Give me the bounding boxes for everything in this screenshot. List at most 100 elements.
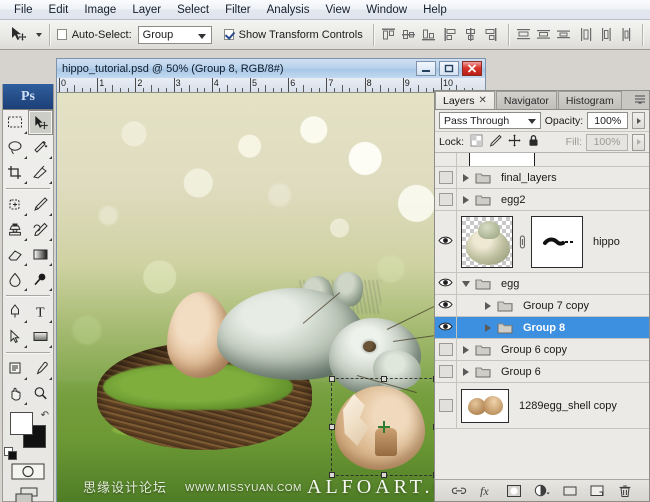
layer-row[interactable]: egg <box>435 273 649 295</box>
layer-row[interactable]: 1289egg_shell copy <box>435 383 649 429</box>
auto-select-checkbox[interactable] <box>57 29 67 40</box>
layer-visibility-toggle[interactable] <box>435 189 457 210</box>
tool-rectangular-marquee[interactable] <box>3 110 28 135</box>
show-transform-controls-checkbox[interactable] <box>224 29 234 40</box>
layer-row[interactable]: egg2 <box>435 189 649 211</box>
foreground-color-swatch[interactable] <box>10 412 33 435</box>
layer-visibility-toggle[interactable] <box>435 361 457 382</box>
tool-rectangle-shape[interactable] <box>28 324 53 349</box>
tool-gradient[interactable] <box>28 242 53 267</box>
menu-item-filter[interactable]: Filter <box>217 2 259 18</box>
distribute-horizontal-centers-icon[interactable] <box>599 27 614 42</box>
transform-reference-point[interactable] <box>378 421 390 433</box>
quick-mask-toggle[interactable] <box>3 460 53 482</box>
link-layers-icon[interactable] <box>450 483 468 499</box>
menu-item-view[interactable]: View <box>317 2 358 18</box>
layer-thumbnail[interactable] <box>461 389 509 423</box>
tab-histogram[interactable]: Histogram <box>558 91 622 109</box>
menu-item-layer[interactable]: Layer <box>124 2 169 18</box>
align-bottom-edges-icon[interactable] <box>421 27 436 42</box>
align-vertical-centers-icon[interactable] <box>401 27 416 42</box>
tool-dodge[interactable] <box>28 267 53 292</box>
tool-brush[interactable] <box>28 192 53 217</box>
layer-visibility-toggle[interactable] <box>435 153 457 166</box>
layer-row[interactable]: Group 6 copy <box>435 339 649 361</box>
document-title-bar[interactable]: hippo_tutorial.psd @ 50% (Group 8, RGB/8… <box>56 58 486 78</box>
tool-lasso[interactable] <box>3 135 28 160</box>
lock-image-pixels-icon[interactable] <box>489 134 502 150</box>
add-layer-mask-icon[interactable] <box>505 483 523 499</box>
layer-visibility-toggle[interactable] <box>435 383 457 428</box>
layer-mask-thumbnail[interactable] <box>531 216 583 268</box>
close-button[interactable] <box>462 61 482 76</box>
panel-menu-icon[interactable] <box>634 94 646 107</box>
screen-mode-toggle[interactable] <box>3 484 53 502</box>
lock-all-icon[interactable] <box>527 134 540 150</box>
new-group-icon[interactable] <box>561 483 579 499</box>
distribute-top-edges-icon[interactable] <box>516 27 531 42</box>
tab-layers[interactable]: Layers ✕ <box>435 91 495 109</box>
menu-item-file[interactable]: File <box>6 2 41 18</box>
menu-item-select[interactable]: Select <box>169 2 217 18</box>
distribute-right-edges-icon[interactable] <box>619 27 634 42</box>
align-horizontal-centers-icon[interactable] <box>463 27 478 42</box>
layer-row[interactable]: final_layers <box>435 167 649 189</box>
tool-eyedropper[interactable] <box>28 356 53 381</box>
layer-visibility-toggle[interactable] <box>435 167 457 188</box>
tool-hand[interactable] <box>3 381 28 406</box>
menu-item-help[interactable]: Help <box>415 2 455 18</box>
lock-position-icon[interactable] <box>508 134 521 150</box>
transform-handle-middle-left[interactable] <box>329 424 335 430</box>
link-mask-icon[interactable] <box>517 234 527 250</box>
tool-eraser[interactable] <box>3 242 28 267</box>
opacity-field[interactable]: 100% <box>587 112 628 129</box>
menu-item-analysis[interactable]: Analysis <box>259 2 318 18</box>
fill-slider-arrow[interactable] <box>632 134 645 151</box>
chevron-right-icon[interactable] <box>461 367 471 377</box>
chevron-down-icon[interactable] <box>461 279 471 289</box>
layer-visibility-toggle[interactable] <box>435 211 457 272</box>
tool-clone-stamp[interactable] <box>3 217 28 242</box>
close-icon[interactable]: ✕ <box>479 95 487 106</box>
new-layer-icon[interactable] <box>588 483 606 499</box>
layer-visibility-toggle[interactable] <box>435 273 457 294</box>
align-top-edges-icon[interactable] <box>381 27 396 42</box>
tool-pen[interactable] <box>3 299 28 324</box>
lock-transparent-pixels-icon[interactable] <box>470 134 483 150</box>
tool-magic-wand[interactable] <box>28 135 53 160</box>
layer-visibility-toggle[interactable] <box>435 295 457 316</box>
menu-item-image[interactable]: Image <box>76 2 124 18</box>
delete-layer-icon[interactable] <box>616 483 634 499</box>
tool-path-selection[interactable] <box>3 324 28 349</box>
tool-preset-picker[interactable] <box>6 24 42 46</box>
auto-select-scope-dropdown[interactable]: Group <box>138 26 212 44</box>
chevron-right-icon[interactable] <box>483 323 493 333</box>
menu-item-edit[interactable]: Edit <box>41 2 77 18</box>
layer-row-partial[interactable] <box>435 153 649 167</box>
distribute-left-edges-icon[interactable] <box>579 27 594 42</box>
tool-zoom[interactable] <box>28 381 53 406</box>
align-left-edges-icon[interactable] <box>443 27 458 42</box>
transform-bounding-box[interactable] <box>331 378 437 476</box>
tool-healing-brush[interactable] <box>3 192 28 217</box>
layer-row-selected[interactable]: Group 8 <box>435 317 649 339</box>
layer-style-fx-icon[interactable]: fx <box>478 483 496 499</box>
tool-slice[interactable] <box>28 160 53 185</box>
swap-colors-icon[interactable]: ↶ <box>41 410 49 421</box>
default-colors-icon[interactable] <box>4 447 13 456</box>
layer-thumbnail[interactable] <box>461 216 513 268</box>
canvas[interactable]: 思缘设计论坛 WWW.MISSYUAN.COM ALFOART.COM <box>57 93 485 502</box>
minimize-button[interactable] <box>416 61 436 76</box>
chevron-down-icon[interactable] <box>36 33 42 37</box>
tool-move[interactable] <box>28 110 53 135</box>
blend-mode-dropdown[interactable]: Pass Through <box>439 112 541 129</box>
tool-type[interactable]: T <box>28 299 53 324</box>
tool-notes[interactable] <box>3 356 28 381</box>
menu-item-window[interactable]: Window <box>358 2 415 18</box>
layer-visibility-toggle[interactable] <box>435 317 457 338</box>
distribute-bottom-edges-icon[interactable] <box>556 27 571 42</box>
chevron-right-icon[interactable] <box>483 301 493 311</box>
tab-navigator[interactable]: Navigator <box>496 91 557 109</box>
tool-history-brush[interactable] <box>28 217 53 242</box>
distribute-vertical-centers-icon[interactable] <box>536 27 551 42</box>
